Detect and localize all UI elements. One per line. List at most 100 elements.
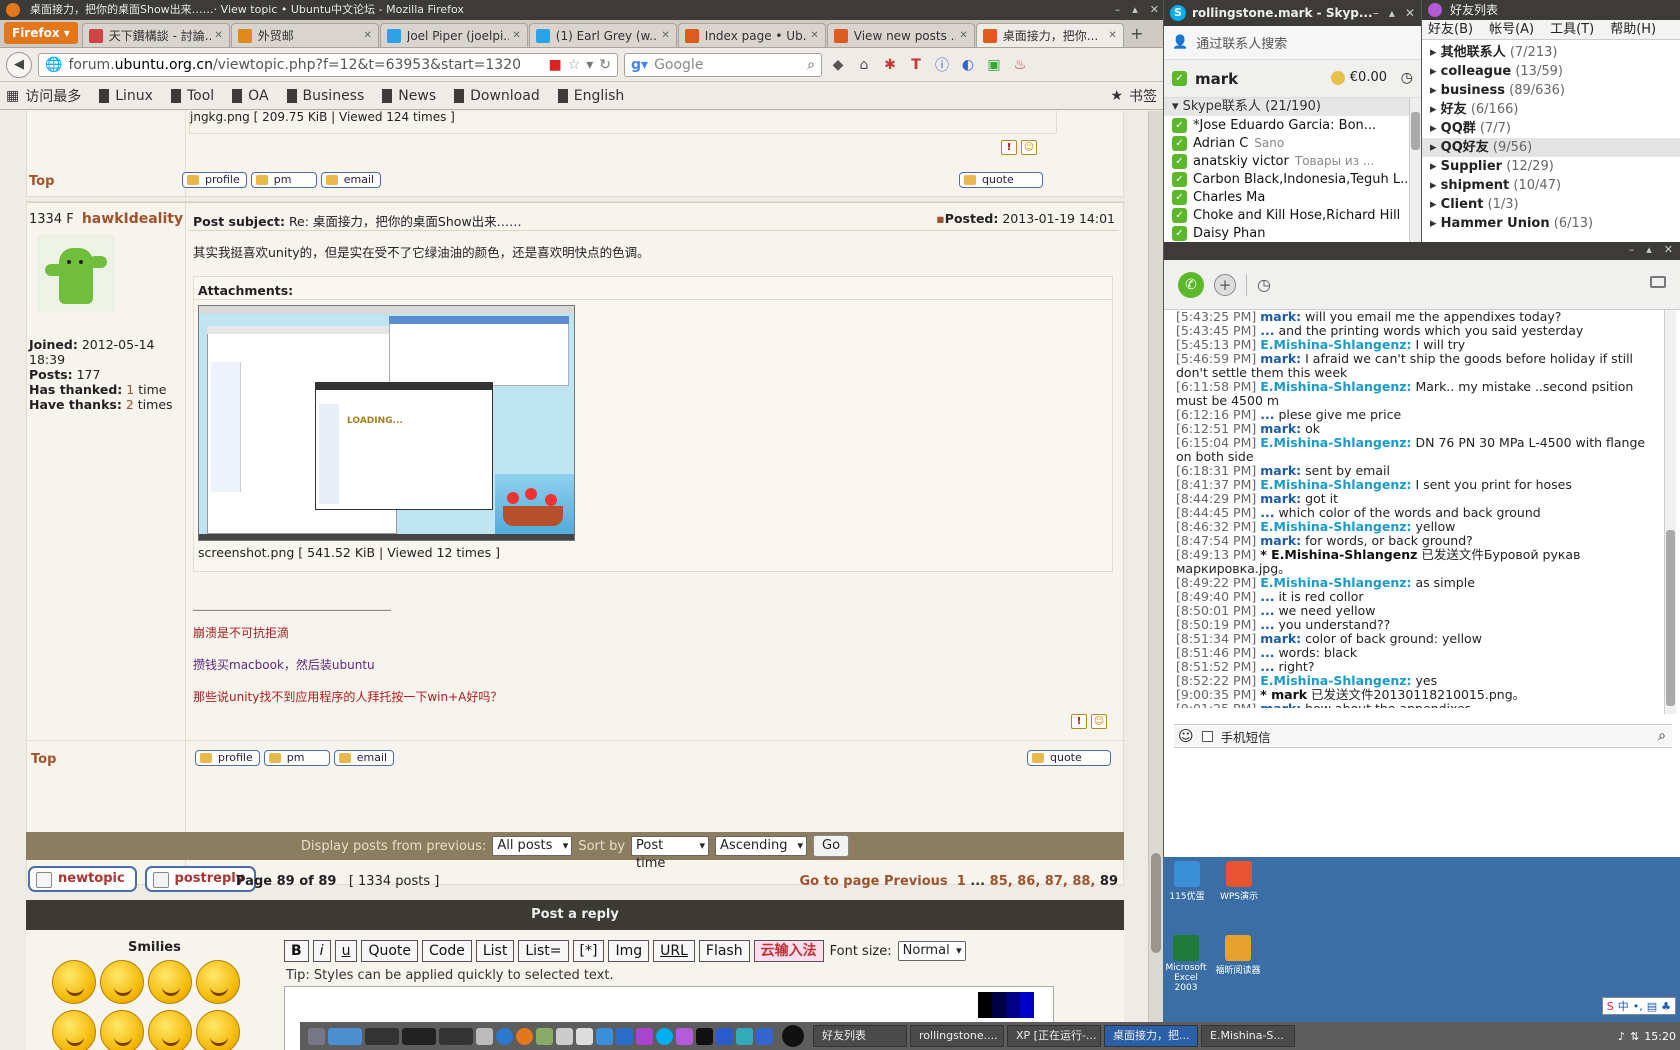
emoticon-icon[interactable]: ☺	[1178, 727, 1194, 745]
thanks-icon[interactable]: ☺	[1021, 140, 1037, 155]
green-addon-icon[interactable]: ▣	[984, 57, 1004, 73]
browser-tab[interactable]: Index page • Ub... ✕	[677, 23, 826, 47]
qq-group[interactable]: ▸ shipment (10/47)	[1422, 176, 1680, 195]
close-icon[interactable]: ✕	[1664, 243, 1673, 256]
attachment-image[interactable]: LOADING...	[198, 305, 575, 541]
bookmark-item[interactable]: OA	[232, 86, 269, 106]
chat-scrollbar[interactable]	[1664, 310, 1676, 714]
page-scrollbar[interactable]	[1148, 111, 1163, 1050]
history-icon[interactable]: ◷	[1257, 275, 1271, 294]
profile-button[interactable]: profile	[182, 172, 247, 188]
info-icon[interactable]: ⓘ	[932, 55, 952, 75]
qq-group[interactable]: ▸ Client (1/3)	[1422, 195, 1680, 214]
sync-icon[interactable]: ◐	[958, 57, 978, 73]
bookmark-item[interactable]: Download	[454, 86, 540, 106]
report-icon[interactable]: !	[1001, 140, 1017, 155]
contact-item[interactable]: ✓ Charles Ma	[1164, 188, 1421, 206]
search-icon[interactable]: ⌕	[1658, 728, 1666, 744]
workspace-2-icon[interactable]	[365, 1027, 399, 1045]
reload-icon[interactable]: ↻	[599, 57, 611, 73]
avatar[interactable]	[37, 234, 115, 312]
bookmark-item[interactable]: Tool	[170, 86, 214, 106]
qq-menu-item[interactable]: 帐号(A)	[1489, 20, 1534, 39]
minimize-icon[interactable]: –	[1629, 243, 1635, 256]
bookmark-item[interactable]: English	[557, 86, 624, 106]
qq-group[interactable]: ▸ QQ群 (7/7)	[1422, 119, 1680, 138]
contact-item[interactable]: ✓ Carbon Black,Indonesia,Teguh L...	[1164, 170, 1421, 188]
contact-item[interactable]: ✓ Daisy Phan	[1164, 224, 1421, 242]
minimize-icon[interactable]: –	[1373, 0, 1379, 26]
author-name[interactable]: hawkIdeality	[82, 211, 183, 227]
qq-group[interactable]: ▸ Supplier (12/29)	[1422, 157, 1680, 176]
site-identity-icon[interactable]: 🌐	[45, 57, 62, 73]
smiley-icon[interactable]	[52, 960, 96, 1004]
tab-close-icon[interactable]: ✕	[959, 30, 967, 41]
page-link-85[interactable]: 85	[990, 874, 1008, 889]
format-button[interactable]: B	[284, 940, 309, 962]
desktop-icon-wps[interactable]: WPS演示	[1219, 861, 1259, 902]
skype-credit[interactable]: €0.00	[1330, 70, 1387, 85]
bookmark-item[interactable]: Linux	[99, 86, 153, 106]
skype-profile[interactable]: ✓ mark €0.00 ◷	[1164, 60, 1421, 98]
smiley-icon[interactable]	[148, 1010, 192, 1050]
wink-smiley-icon[interactable]	[148, 960, 192, 1004]
format-button[interactable]: u	[334, 940, 358, 962]
file-manager-icon[interactable]	[536, 1027, 553, 1045]
terminal-icon[interactable]	[696, 1027, 713, 1045]
search-icon[interactable]: ⌕	[807, 57, 815, 73]
qq-menu-item[interactable]: 好友(B)	[1428, 20, 1473, 39]
twitter-icon[interactable]	[596, 1027, 613, 1045]
pm-button[interactable]: pm	[250, 172, 317, 188]
format-button[interactable]: List	[475, 940, 515, 962]
format-button[interactable]: 云输入法	[753, 940, 824, 962]
bookmark-item[interactable]: ▦ 访问最多	[6, 86, 81, 106]
smiley-icon[interactable]	[52, 1010, 96, 1050]
maximize-icon[interactable]: ▴	[1389, 0, 1395, 26]
expand-view-icon[interactable]	[1650, 276, 1666, 288]
font-size-select[interactable]: Normal	[897, 941, 966, 961]
format-button[interactable]: URL	[653, 940, 695, 962]
browser-tab[interactable]: (1) Earl Grey (w... ✕	[528, 23, 677, 47]
display-posts-select[interactable]: All posts	[492, 836, 573, 856]
format-button[interactable]: Flash	[698, 940, 750, 962]
contact-search[interactable]: 👤 通过联系人搜索	[1164, 26, 1421, 60]
format-button[interactable]: Img	[608, 940, 650, 962]
go-button[interactable]: Go	[813, 835, 850, 857]
tab-close-icon[interactable]: ✕	[661, 30, 669, 41]
dict-icon[interactable]	[636, 1027, 653, 1045]
chat-message-input[interactable]	[1174, 750, 1672, 850]
maximize-icon[interactable]: ▴	[1132, 0, 1138, 20]
red-addon-icon[interactable]: ♨	[1010, 57, 1030, 73]
qq-group[interactable]: ▸ 其他联系人 (7/213)	[1422, 43, 1680, 62]
new-topic-button[interactable]: newtopic	[28, 866, 137, 892]
bookmarks-menu[interactable]: ★ 书签	[1110, 86, 1157, 106]
call-icon[interactable]: ✆	[1178, 271, 1204, 298]
calculator-icon[interactable]	[476, 1027, 493, 1045]
firefox-icon[interactable]	[516, 1027, 533, 1045]
tab-close-icon[interactable]: ✕	[363, 30, 371, 41]
network-icon[interactable]	[736, 1027, 753, 1045]
gesture-icon[interactable]: ✱	[880, 57, 900, 73]
desktop-icon-foxit[interactable]: 福昕阅读器	[1215, 935, 1261, 976]
sort-by-select[interactable]: Post time	[631, 836, 710, 871]
qq-group[interactable]: ▸ Hammer Union (6/13)	[1422, 214, 1680, 233]
firefox-menu-button[interactable]: Firefox ▾	[4, 22, 78, 44]
writer-icon[interactable]	[616, 1027, 633, 1045]
browser-tab[interactable]: 桌面接力，把你... ✕	[975, 23, 1124, 47]
dropdown-arrow-icon[interactable]: ▾	[586, 57, 593, 73]
pm-button[interactable]: pm	[263, 750, 330, 766]
clock[interactable]: 15:20	[1644, 1030, 1676, 1043]
volume-icon[interactable]: ♪	[1618, 1030, 1625, 1043]
bookmark-item[interactable]: News	[382, 86, 436, 106]
qq-menu-item[interactable]: 工具(T)	[1550, 20, 1594, 39]
text-editor-icon[interactable]	[556, 1027, 573, 1045]
contact-item[interactable]: ✓ *Jose Eduardo Garcia: Bon...	[1164, 116, 1421, 134]
tab-close-icon[interactable]: ✕	[512, 30, 520, 41]
desktop-icon-115[interactable]: 115优蛋	[1167, 861, 1207, 902]
text-tool-icon[interactable]: T	[906, 57, 926, 73]
format-button[interactable]: List=	[518, 940, 569, 962]
ime-toolbar[interactable]: S 中 •, ▤ ♣	[1601, 997, 1676, 1015]
minimize-icon[interactable]: –	[1115, 0, 1121, 20]
desktop-icon-excel[interactable]: Microsoft Excel 2003	[1163, 935, 1209, 993]
taskbar-window-button[interactable]: 好友列表	[813, 1025, 907, 1047]
